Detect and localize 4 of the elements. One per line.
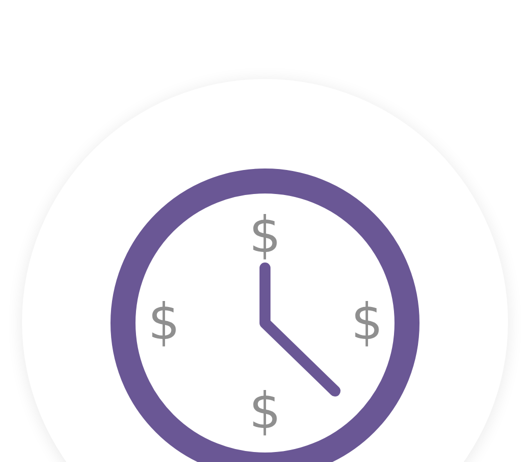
dollar-sign: $ <box>249 382 281 440</box>
dollar-sign: $ <box>148 293 180 351</box>
dollar-sign: $ <box>351 293 383 351</box>
dollar-sign: $ <box>249 206 281 264</box>
